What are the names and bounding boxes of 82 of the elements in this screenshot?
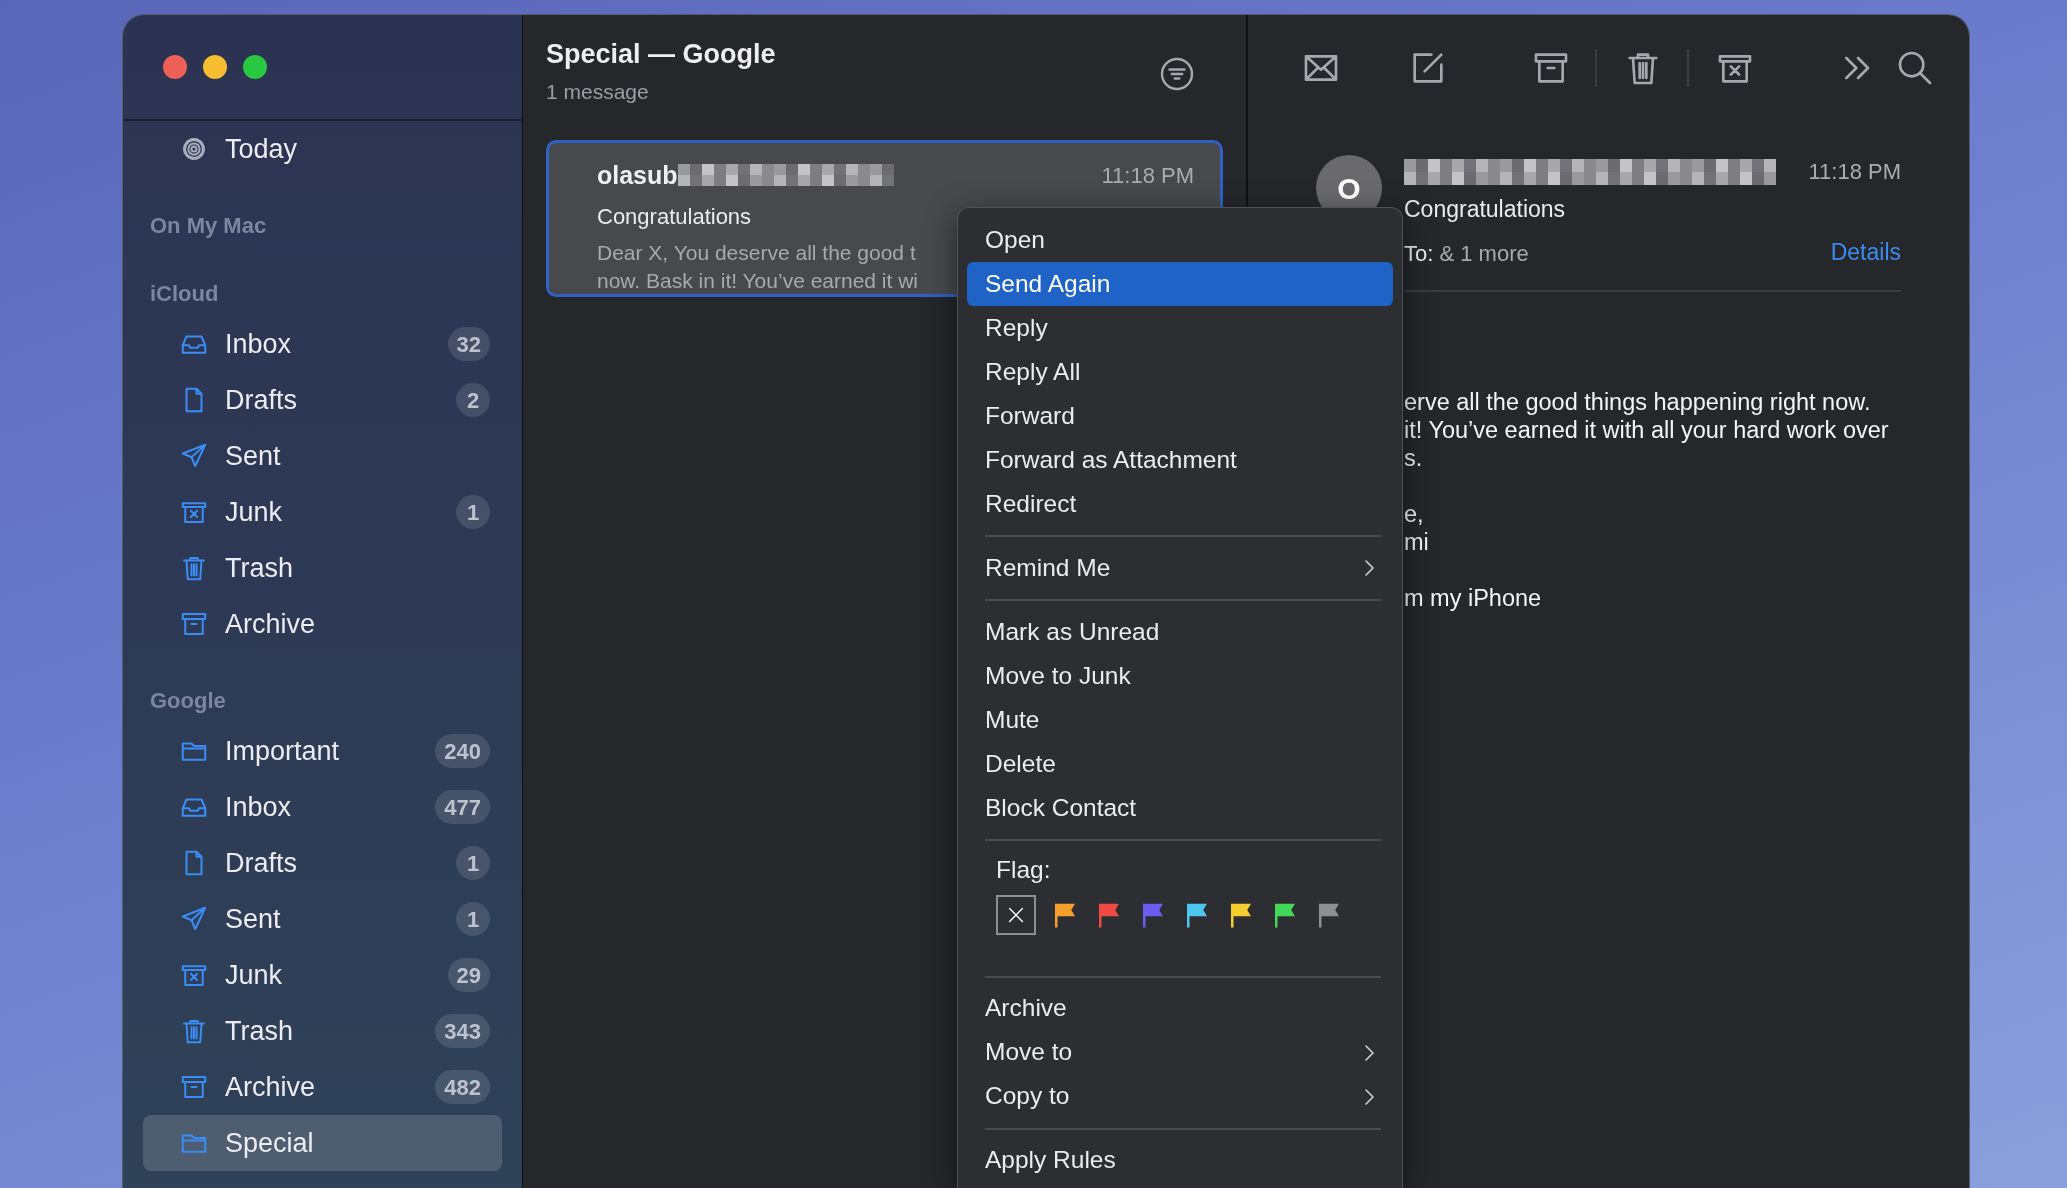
item-label: Sent	[225, 439, 281, 473]
item-label: Junk	[225, 958, 283, 992]
item-label: Special	[225, 1126, 314, 1160]
menu-item[interactable]: Forward	[967, 394, 1393, 438]
sender-name: olasub	[597, 159, 678, 191]
menu-item[interactable]: Copy to	[967, 1074, 1393, 1119]
menu-item[interactable]: Redirect	[967, 482, 1393, 526]
menu-item[interactable]: Move to Junk	[967, 654, 1393, 698]
count-badge: 1	[456, 846, 490, 880]
menu-item[interactable]: Reply	[967, 306, 1393, 350]
menu-item[interactable]: Archive	[967, 986, 1393, 1031]
menu-item[interactable]: Mute	[967, 698, 1393, 742]
sidebar-item[interactable]: Sent 1	[143, 891, 502, 947]
item-label: Sent	[225, 902, 281, 936]
item-label: Archive	[225, 607, 316, 641]
message-subject: Congratulations	[1404, 195, 1567, 224]
item-label: Trash	[225, 1014, 293, 1048]
sidebar-item[interactable]: Trash 343	[143, 1003, 502, 1059]
body-text: erve all the good things happening right now.	[1404, 387, 1871, 416]
body-text: e,	[1404, 499, 1424, 528]
menu-item[interactable]: Apply Rules	[967, 1138, 1393, 1183]
item-label: Trash	[225, 551, 293, 585]
count-badge: 240	[435, 734, 490, 768]
sidebar-item[interactable]: Special	[143, 1115, 502, 1171]
message-subject: Congratulations	[597, 203, 753, 231]
message-count: 1 message	[546, 79, 650, 105]
body-text: mi	[1404, 527, 1429, 556]
section-header: On My Mac	[149, 211, 268, 240]
menu-item[interactable]: Move to	[967, 1030, 1393, 1075]
count-badge: 32	[447, 327, 490, 361]
body-text: it! You’ve earned it with all your hard work over	[1404, 415, 1889, 444]
menu-item[interactable]: Remind Me	[967, 546, 1393, 590]
message-preview: Dear X, You deserve all the good t	[597, 240, 916, 266]
message-preview: now. Bask in it! You’ve earned it wi	[597, 268, 919, 294]
recipient-line: To: & 1 more	[1404, 239, 1529, 268]
count-badge: 1	[456, 495, 490, 529]
message-time: 11:18 PM	[1808, 158, 1901, 186]
sidebar-item[interactable]: Drafts 2	[143, 372, 502, 428]
item-label: Inbox	[225, 327, 292, 361]
details-link[interactable]: Details	[1830, 235, 1901, 270]
sidebar-item[interactable]: Sent	[143, 428, 502, 484]
item-label: Today	[225, 132, 298, 166]
count-badge: 29	[447, 958, 490, 992]
zoom-button[interactable]	[243, 55, 267, 79]
sidebar-item[interactable]: Archive	[143, 596, 502, 652]
count-badge: 477	[435, 790, 490, 824]
flag-label: Flag:	[996, 855, 1052, 885]
sidebar-item[interactable]: Inbox 477	[143, 779, 502, 835]
sidebar-item[interactable]: Drafts 1	[143, 835, 502, 891]
body-text: m my iPhone	[1404, 583, 1542, 612]
sidebar-item[interactable]: Junk 1	[143, 484, 502, 540]
count-badge: 2	[456, 383, 490, 417]
sidebar-item[interactable]: Today	[143, 121, 502, 177]
filter-icon[interactable]	[1159, 56, 1195, 93]
menu-item[interactable]: Send Again	[967, 262, 1393, 306]
menu-item[interactable]: Delete	[967, 742, 1393, 786]
sidebar-item[interactable]: Important 240	[143, 723, 502, 779]
item-label: Important	[225, 734, 340, 768]
count-badge: 343	[435, 1014, 490, 1048]
item-label: Inbox	[225, 790, 292, 824]
count-badge: 1	[456, 902, 490, 936]
section-header: Google	[149, 686, 227, 715]
menu-item[interactable]: Block Contact	[967, 786, 1393, 830]
sidebar-item[interactable]: Junk 29	[143, 947, 502, 1003]
sidebar-item[interactable]: Trash	[143, 540, 502, 596]
list-title: Special — Google	[546, 41, 776, 68]
message-time: 11:18 PM	[1101, 161, 1194, 190]
sidebar-item[interactable]: Archive 482	[143, 1059, 502, 1115]
item-label: Archive	[225, 1070, 316, 1104]
section-header: iCloud	[149, 279, 220, 308]
item-label: Drafts	[225, 383, 297, 417]
body-text: s.	[1404, 443, 1423, 472]
clear-flag-button[interactable]	[996, 894, 1036, 935]
menu-item[interactable]: Forward as Attachment	[967, 438, 1393, 482]
minimize-button[interactable]	[203, 55, 227, 79]
menu-item[interactable]: Reply All	[967, 350, 1393, 394]
item-label: Junk	[225, 495, 283, 529]
count-badge: 482	[435, 1070, 490, 1104]
item-label: Drafts	[225, 846, 297, 880]
menu-item[interactable]: Mark as Unread	[967, 610, 1393, 654]
sidebar-item[interactable]: Inbox 32	[143, 316, 502, 372]
close-button[interactable]	[163, 55, 187, 79]
